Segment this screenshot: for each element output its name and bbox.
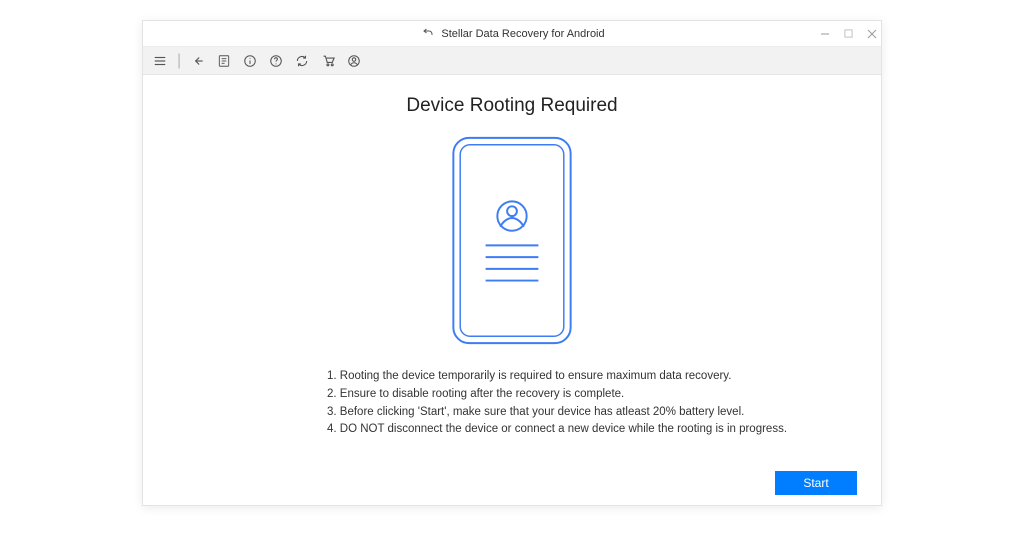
start-button[interactable]: Start bbox=[775, 471, 857, 495]
cart-icon[interactable] bbox=[319, 52, 337, 70]
user-icon[interactable] bbox=[345, 52, 363, 70]
instructions-list: 1. Rooting the device temporarily is req… bbox=[327, 368, 787, 439]
instruction-item: 4. DO NOT disconnect the device or conne… bbox=[327, 421, 787, 439]
toolbar-separator: | bbox=[177, 52, 181, 70]
toolbar: | bbox=[143, 47, 881, 75]
instruction-item: 2. Ensure to disable rooting after the r… bbox=[327, 386, 787, 404]
menu-icon[interactable] bbox=[151, 52, 169, 70]
instruction-item: 3. Before clicking 'Start', make sure th… bbox=[327, 404, 787, 422]
maximize-button[interactable] bbox=[844, 29, 853, 38]
info-icon[interactable] bbox=[241, 52, 259, 70]
instruction-item: 1. Rooting the device temporarily is req… bbox=[327, 368, 787, 386]
notes-icon[interactable] bbox=[215, 52, 233, 70]
app-title: Stellar Data Recovery for Android bbox=[441, 28, 604, 40]
main-content: Device Rooting Required 1. Rooting the d… bbox=[143, 75, 881, 505]
back-icon[interactable] bbox=[189, 52, 207, 70]
undo-icon bbox=[419, 25, 437, 43]
help-icon[interactable] bbox=[267, 52, 285, 70]
close-button[interactable] bbox=[867, 29, 877, 39]
refresh-icon[interactable] bbox=[293, 52, 311, 70]
titlebar: Stellar Data Recovery for Android bbox=[143, 21, 881, 47]
window-controls bbox=[820, 29, 877, 39]
page-heading: Device Rooting Required bbox=[406, 95, 617, 117]
titlebar-center: Stellar Data Recovery for Android bbox=[419, 25, 604, 43]
device-illustration bbox=[448, 133, 576, 348]
app-window: Stellar Data Recovery for Android | bbox=[142, 20, 882, 506]
minimize-button[interactable] bbox=[820, 29, 830, 39]
